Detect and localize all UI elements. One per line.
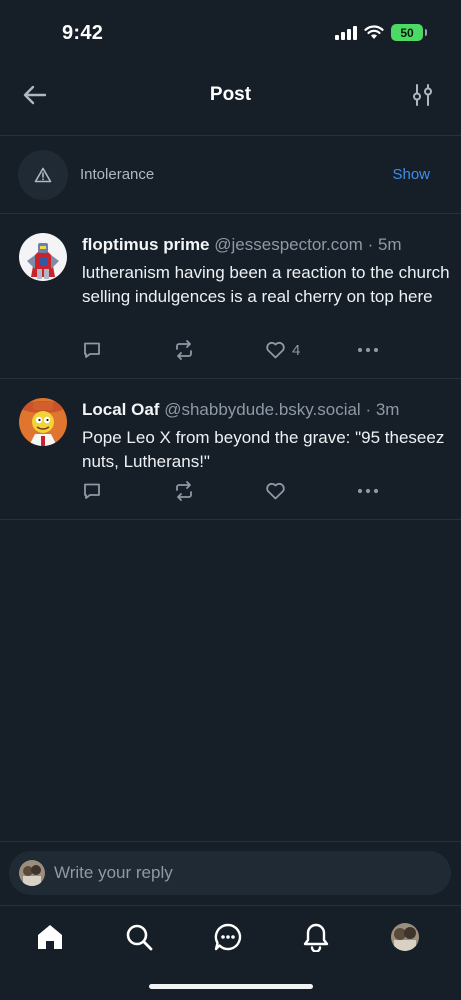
robot-avatar-icon	[19, 233, 67, 281]
tab-profile[interactable]	[388, 920, 422, 954]
home-indicator[interactable]	[149, 984, 313, 989]
warning-badge	[18, 150, 68, 200]
tab-home[interactable]	[33, 920, 67, 954]
repost-button[interactable]	[173, 481, 195, 501]
reply-input[interactable]: Write your reply	[9, 851, 451, 895]
more-options-button[interactable]	[356, 340, 380, 360]
post-author[interactable]: floptimus prime	[82, 235, 210, 254]
post-actions: 4	[80, 340, 400, 362]
more-options-button[interactable]	[356, 481, 380, 501]
page-title: Post	[209, 84, 252, 105]
profile-avatar-icon	[391, 923, 419, 951]
post-author[interactable]: Local Oaf	[82, 400, 159, 419]
post-time: · 5m	[367, 235, 402, 254]
post-handle[interactable]: @jessespector.com	[214, 235, 363, 254]
warning-triangle-icon	[34, 167, 52, 183]
tab-notifications[interactable]	[299, 920, 333, 954]
reply-placeholder: Write your reply	[54, 863, 173, 882]
search-icon	[126, 924, 153, 951]
post-header: Local Oaf @shabbydude.bsky.social · 3m	[82, 400, 451, 420]
content-warning-label: Intolerance	[80, 166, 155, 183]
post-handle[interactable]: @shabbydude.bsky.social	[164, 400, 361, 419]
ellipsis-icon	[357, 488, 379, 494]
cartoon-avatar-icon	[19, 398, 67, 446]
reply-button[interactable]	[82, 481, 102, 501]
bell-icon	[303, 923, 329, 952]
tab-search[interactable]	[122, 920, 156, 954]
repost-icon	[176, 340, 192, 360]
like-button[interactable]	[265, 481, 292, 501]
divider	[0, 841, 461, 842]
heart-icon	[266, 482, 285, 500]
show-content-button[interactable]: Show	[392, 166, 430, 183]
repost-button[interactable]	[173, 340, 195, 360]
divider	[0, 519, 461, 520]
content-warning: Intolerance Show	[0, 136, 461, 214]
post-time: · 3m	[365, 400, 400, 419]
avatar[interactable]	[19, 233, 67, 281]
battery-icon: 50	[391, 24, 427, 41]
chat-icon	[214, 923, 242, 951]
avatar[interactable]	[19, 398, 67, 446]
header: Post	[0, 64, 461, 126]
battery-level: 50	[400, 25, 414, 40]
home-icon	[38, 925, 62, 949]
post-text: Pope Leo X from beyond the grave: "95 th…	[82, 428, 445, 471]
post-item[interactable]: Local Oaf @shabbydude.bsky.social · 3m P…	[0, 379, 461, 519]
ellipsis-icon	[357, 347, 379, 353]
tab-bar	[0, 906, 461, 966]
avatar	[19, 860, 45, 886]
status-time: 9:42	[62, 22, 104, 44]
heart-icon	[266, 341, 285, 359]
reply-button[interactable]	[82, 340, 102, 360]
thread-settings-button[interactable]	[411, 82, 435, 108]
wifi-icon	[364, 25, 384, 39]
like-button[interactable]: 4	[265, 340, 300, 360]
comment-icon	[84, 342, 100, 358]
post-item[interactable]: floptimus prime @jessespector.com · 5m l…	[0, 214, 461, 378]
post-actions	[80, 481, 400, 503]
user-avatar-icon	[19, 860, 45, 886]
like-count: 4	[292, 341, 301, 359]
post-text: lutheranism having been a reaction to th…	[82, 263, 450, 306]
status-icons: 50	[335, 24, 427, 41]
status-bar: 9:42 50	[0, 0, 461, 64]
post-header: floptimus prime @jessespector.com · 5m	[82, 235, 451, 255]
sliders-icon	[413, 84, 432, 106]
signal-icon	[335, 25, 357, 40]
repost-icon	[176, 481, 192, 501]
comment-icon	[84, 483, 100, 499]
tab-chat[interactable]	[211, 920, 245, 954]
